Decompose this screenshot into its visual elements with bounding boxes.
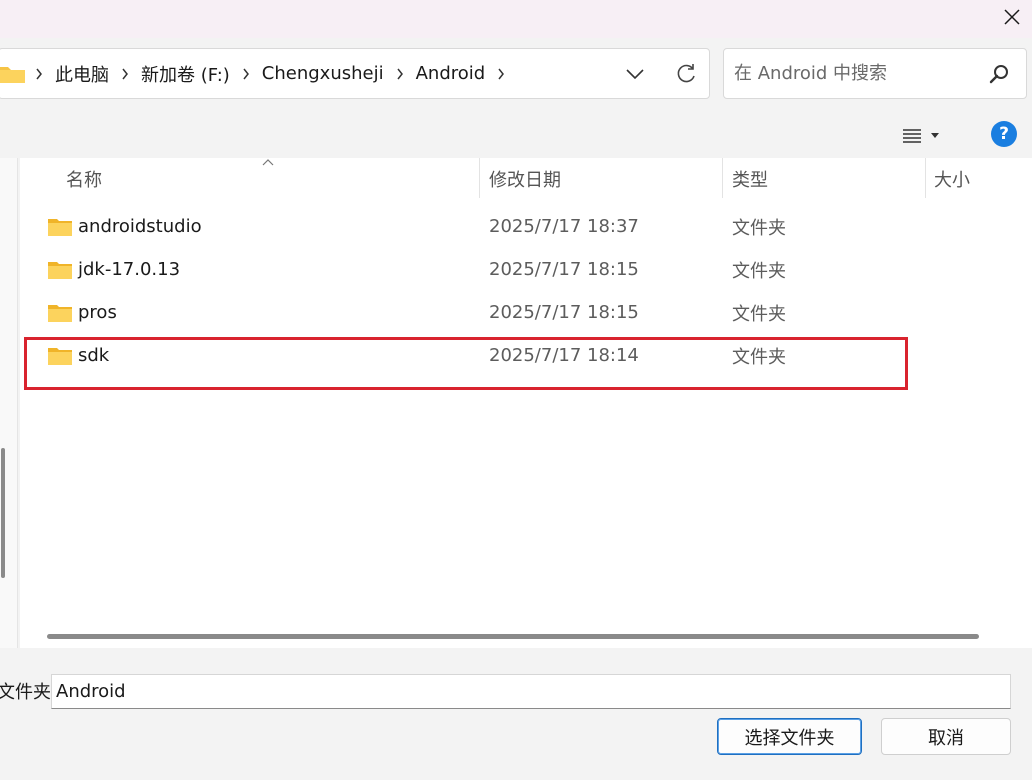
view-options-button[interactable] <box>902 122 954 150</box>
help-icon[interactable]: ? <box>991 121 1017 147</box>
column-divider[interactable] <box>722 158 723 198</box>
modified-date: 2025/7/17 18:15 <box>489 259 639 280</box>
column-header-date-label: 修改日期 <box>489 170 561 191</box>
file-name: pros <box>78 302 117 323</box>
search-input[interactable] <box>724 49 984 98</box>
refresh-icon <box>677 64 695 83</box>
cancel-button[interactable]: 取消 <box>881 718 1011 755</box>
column-header-type[interactable]: 类型 <box>732 158 912 200</box>
address-history-button[interactable] <box>621 60 649 88</box>
column-divider[interactable] <box>479 158 480 198</box>
modified-date: 2025/7/17 18:37 <box>489 216 639 237</box>
column-header-date[interactable]: 修改日期 <box>489 158 709 200</box>
column-divider[interactable] <box>925 158 926 198</box>
column-header-size-label: 大小 <box>934 170 970 191</box>
chevron-down-icon <box>626 69 644 79</box>
folder-icon <box>48 304 72 322</box>
chevron-right-icon[interactable] <box>386 68 414 80</box>
chevron-right-icon[interactable] <box>487 68 515 80</box>
list-view-icon <box>903 129 921 143</box>
folder-icon <box>48 218 72 236</box>
breadcrumb-this-pc[interactable]: 此电脑 <box>53 61 111 87</box>
caret-down-icon <box>931 133 939 138</box>
address-bar[interactable]: 此电脑 新加卷 (F:) Chengxusheji Android <box>0 48 710 99</box>
file-type: 文件夹 <box>732 260 786 282</box>
chevron-right-icon[interactable] <box>232 68 260 80</box>
file-type: 文件夹 <box>732 217 786 239</box>
column-header-name-label: 名称 <box>66 170 102 191</box>
folder-icon <box>48 261 72 279</box>
refresh-button[interactable] <box>671 59 701 89</box>
chevron-right-icon[interactable] <box>111 68 139 80</box>
toolbar <box>0 111 1032 158</box>
search-box[interactable] <box>723 48 1027 99</box>
table-row[interactable]: androidstudio 2025/7/17 18:37 文件夹 <box>20 205 1032 248</box>
file-name: androidstudio <box>78 216 202 237</box>
title-bar <box>0 0 1032 38</box>
file-name: jdk-17.0.13 <box>78 259 181 280</box>
highlight-box <box>24 337 908 390</box>
close-button[interactable] <box>992 0 1032 34</box>
file-type: 文件夹 <box>732 303 786 325</box>
folder-field-label: 文件夹: <box>0 682 58 703</box>
chevron-right-icon[interactable] <box>25 68 53 80</box>
column-header-type-label: 类型 <box>732 170 768 191</box>
navigation-scrollbar[interactable] <box>1 448 5 578</box>
close-icon <box>1004 9 1020 25</box>
breadcrumb-android[interactable]: Android <box>414 63 488 84</box>
select-folder-button[interactable]: 选择文件夹 <box>717 718 862 755</box>
search-icon[interactable] <box>988 63 1010 85</box>
horizontal-scrollbar[interactable] <box>47 634 979 639</box>
column-header-name[interactable]: 名称 <box>66 158 466 200</box>
modified-date: 2025/7/17 18:15 <box>489 302 639 323</box>
column-header-size[interactable]: 大小 <box>934 158 1032 200</box>
table-row[interactable]: pros 2025/7/17 18:15 文件夹 <box>20 291 1032 334</box>
folder-icon <box>0 63 25 85</box>
folder-name-input[interactable] <box>51 674 1011 709</box>
table-row[interactable]: jdk-17.0.13 2025/7/17 18:15 文件夹 <box>20 248 1032 291</box>
breadcrumb-drive-f[interactable]: 新加卷 (F:) <box>139 61 232 87</box>
breadcrumb-chengxusheji[interactable]: Chengxusheji <box>260 63 386 84</box>
